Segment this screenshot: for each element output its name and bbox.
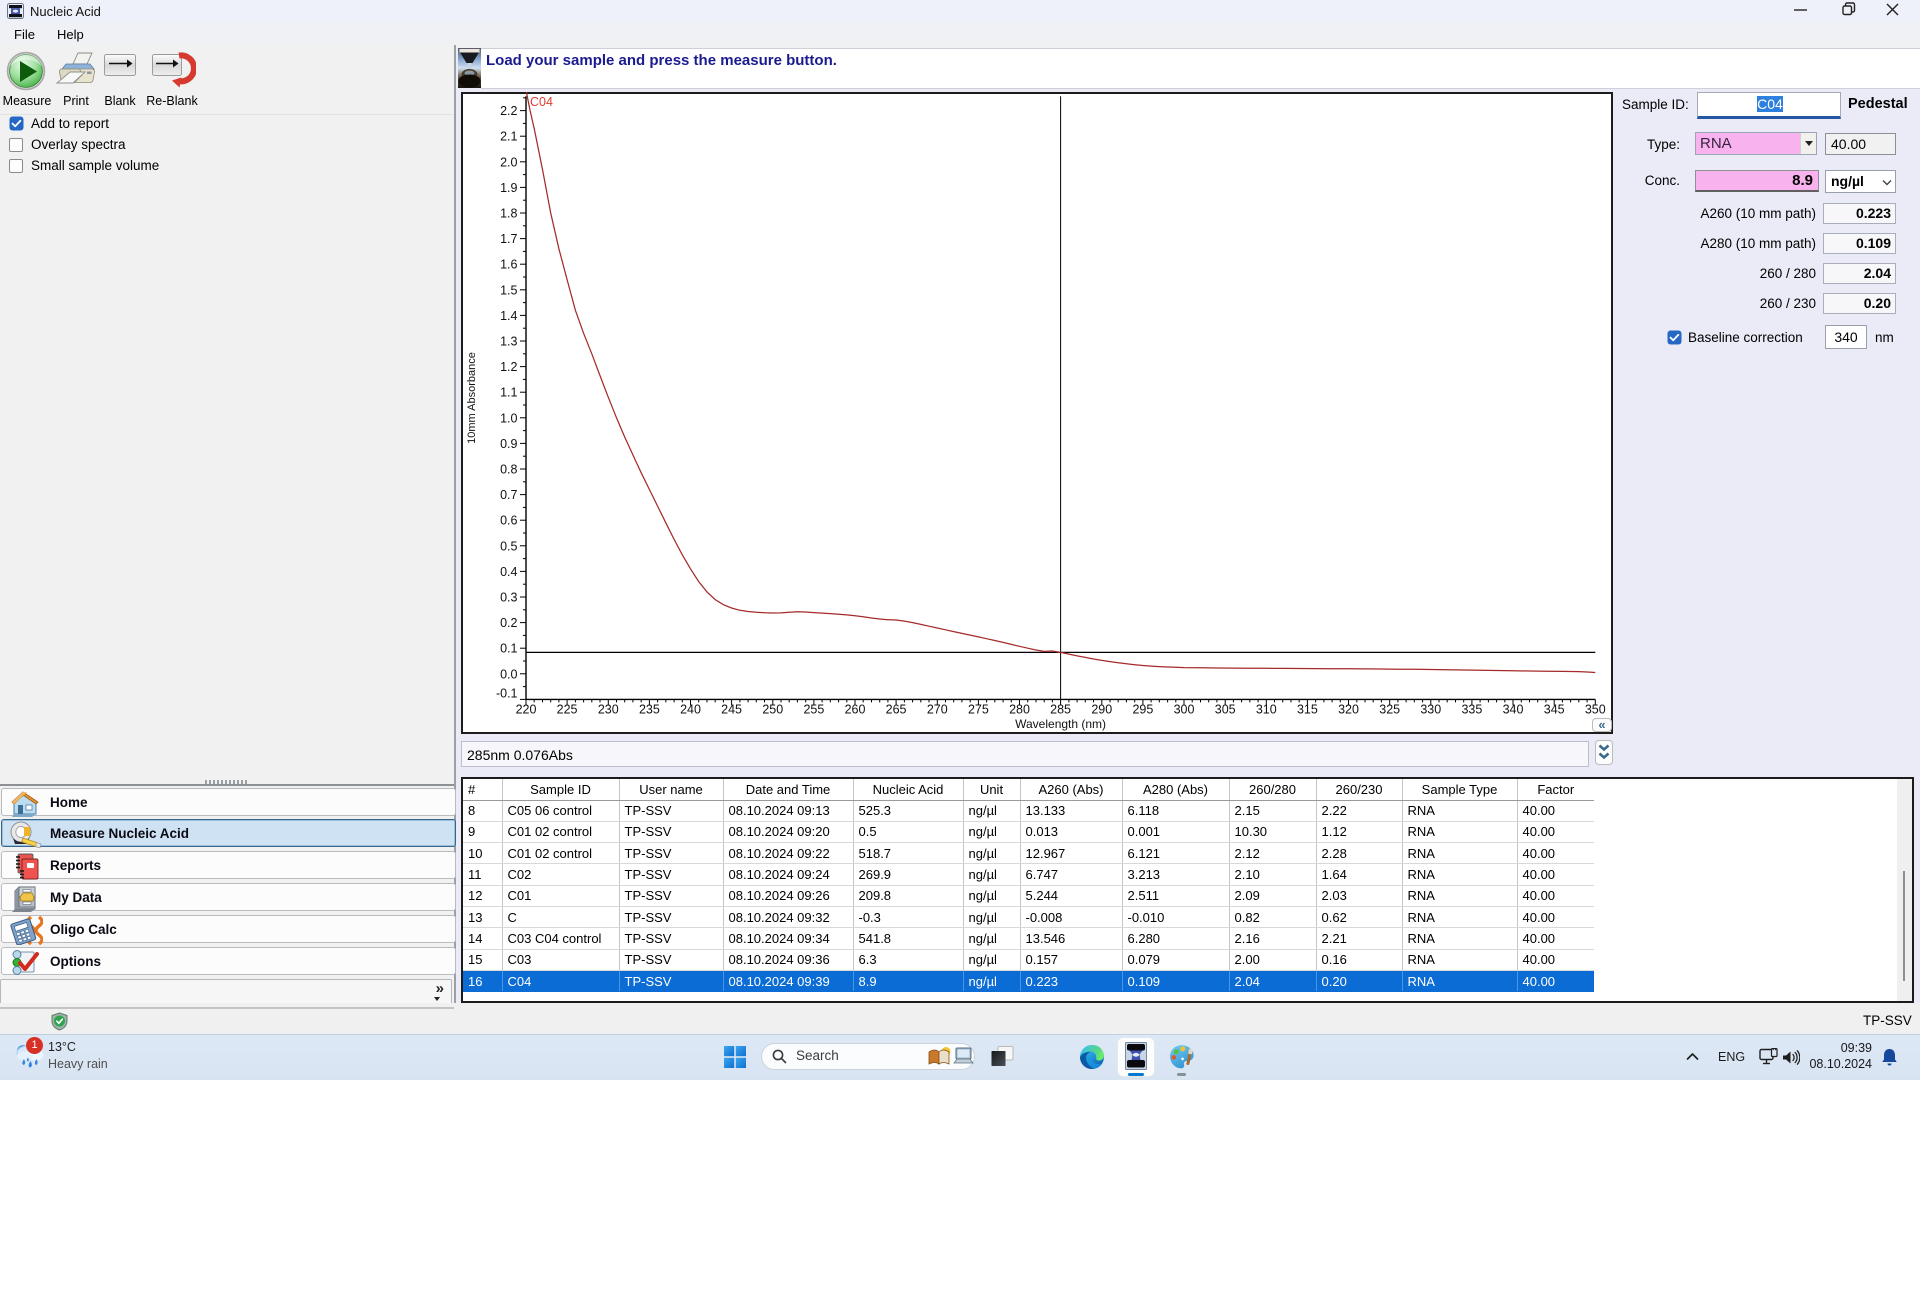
svg-text:0.4: 0.4 [500, 565, 517, 579]
svg-text:0.0: 0.0 [500, 667, 517, 681]
svg-text:0.9: 0.9 [500, 437, 517, 451]
svg-text:280: 280 [1009, 703, 1030, 717]
svg-text:1.9: 1.9 [500, 181, 517, 195]
svg-text:1.1: 1.1 [500, 386, 517, 400]
svg-text:260: 260 [845, 703, 866, 717]
svg-text:2.0: 2.0 [500, 155, 517, 169]
svg-text:10mm Absorbance: 10mm Absorbance [466, 352, 478, 444]
svg-text:350: 350 [1585, 703, 1606, 717]
svg-text:0.2: 0.2 [500, 616, 517, 630]
svg-text:225: 225 [557, 703, 578, 717]
svg-text:220: 220 [516, 703, 537, 717]
svg-text:240: 240 [680, 703, 701, 717]
svg-text:270: 270 [927, 703, 948, 717]
svg-text:265: 265 [886, 703, 907, 717]
svg-text:340: 340 [1503, 703, 1524, 717]
svg-text:235: 235 [639, 703, 660, 717]
svg-text:0.8: 0.8 [500, 463, 517, 477]
svg-text:300: 300 [1174, 703, 1195, 717]
svg-text:1.4: 1.4 [500, 309, 517, 323]
svg-text:0.3: 0.3 [500, 591, 517, 605]
svg-text:285: 285 [1050, 703, 1071, 717]
svg-text:250: 250 [762, 703, 783, 717]
svg-text:-0.1: -0.1 [496, 686, 518, 700]
svg-text:1.8: 1.8 [500, 207, 517, 221]
svg-text:310: 310 [1256, 703, 1277, 717]
svg-text:2.1: 2.1 [500, 130, 517, 144]
svg-text:C04: C04 [530, 95, 553, 109]
svg-text:1.7: 1.7 [500, 232, 517, 246]
svg-text:1.3: 1.3 [500, 335, 517, 349]
svg-text:335: 335 [1461, 703, 1482, 717]
svg-text:275: 275 [968, 703, 989, 717]
svg-text:290: 290 [1091, 703, 1112, 717]
svg-text:305: 305 [1215, 703, 1236, 717]
svg-text:Wavelength (nm): Wavelength (nm) [1015, 717, 1106, 731]
svg-text:1.6: 1.6 [500, 258, 517, 272]
svg-text:1.5: 1.5 [500, 283, 517, 297]
svg-text:0.7: 0.7 [500, 488, 517, 502]
svg-text:0.6: 0.6 [500, 514, 517, 528]
svg-text:245: 245 [721, 703, 742, 717]
svg-text:330: 330 [1420, 703, 1441, 717]
svg-text:1.2: 1.2 [500, 360, 517, 374]
svg-text:320: 320 [1338, 703, 1359, 717]
svg-text:230: 230 [598, 703, 619, 717]
svg-text:345: 345 [1544, 703, 1565, 717]
svg-text:315: 315 [1297, 703, 1318, 717]
svg-text:2.2: 2.2 [500, 104, 517, 118]
svg-text:325: 325 [1379, 703, 1400, 717]
svg-text:295: 295 [1132, 703, 1153, 717]
svg-text:255: 255 [803, 703, 824, 717]
svg-text:1.0: 1.0 [500, 411, 517, 425]
svg-text:0.5: 0.5 [500, 539, 517, 553]
svg-text:0.1: 0.1 [500, 642, 517, 656]
